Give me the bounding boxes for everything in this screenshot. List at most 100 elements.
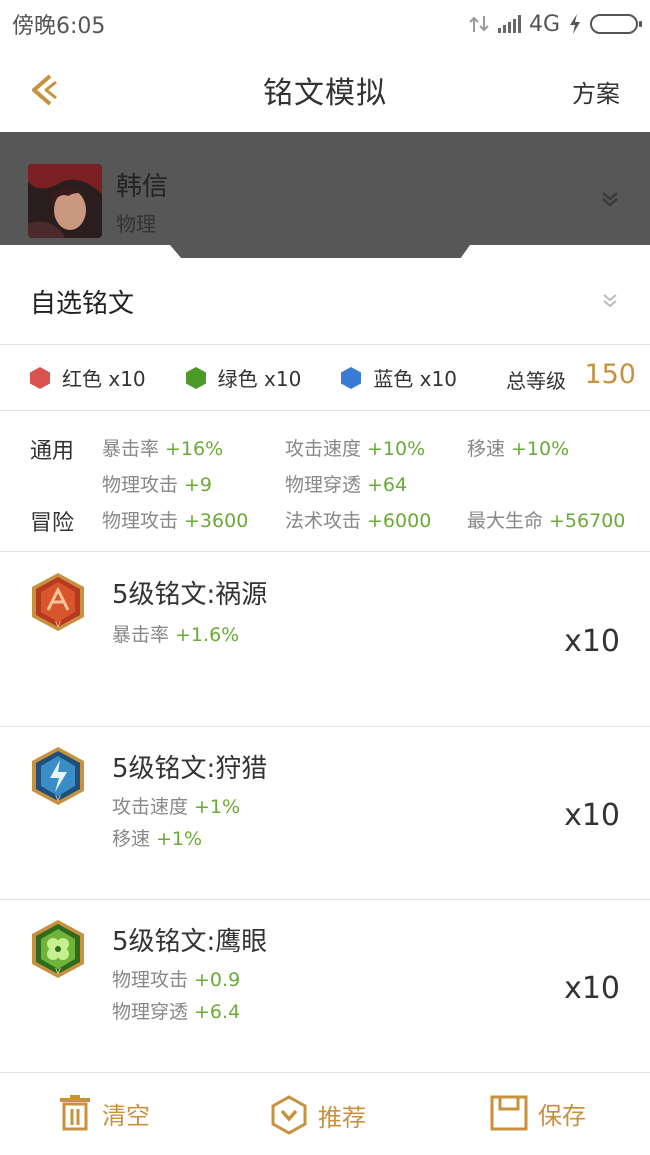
back-arrow-icon[interactable] [26, 70, 66, 110]
network-type: 4G [528, 11, 560, 37]
svg-text:V: V [55, 620, 61, 629]
rune-stat-name: 移速 [112, 828, 151, 850]
total-level-value: 150 [584, 359, 636, 390]
hero-type: 物理 [116, 212, 156, 236]
rune-stat-name: 暴击率 [112, 624, 170, 646]
attr-name: 暴击率 [102, 438, 160, 460]
green-hexagon-icon [185, 366, 206, 389]
rune-item[interactable]: V 5级铭文:鹰眼 物理攻击 +0.9 物理穿透 +6.4 x10 [0, 899, 650, 1073]
svg-text:V: V [55, 967, 61, 976]
general-category-label: 通用 [30, 439, 75, 464]
rune-stat: 物理穿透 +6.4 [112, 997, 240, 1024]
rune-item[interactable]: V 5级铭文:狩猎 攻击速度 +1% 移速 +1% x10 [0, 726, 650, 900]
attr-value: +64 [367, 474, 408, 496]
attr-name: 物理攻击 [102, 510, 179, 532]
signal-icon [497, 15, 521, 33]
attr-name: 移速 [467, 438, 506, 460]
scheme-button[interactable]: 方案 [572, 74, 620, 109]
data-transfer-icon [469, 16, 489, 32]
blue-hexagon-icon [341, 366, 362, 389]
rune-stat-value: +0.9 [194, 969, 241, 991]
clear-button[interactable]: 清空 [58, 1095, 150, 1131]
attr-name: 最大生命 [467, 510, 544, 532]
status-icons: 4G [468, 11, 642, 37]
attr-adventure-max-hp: 最大生命 +56700 [467, 506, 625, 533]
attr-name: 物理穿透 [285, 474, 362, 496]
attr-name: 法术攻击 [285, 510, 362, 532]
attr-attack-speed: 攻击速度 +10% [285, 434, 425, 461]
hero-name: 韩信 [116, 172, 169, 202]
attr-adventure-magic-attack: 法术攻击 +6000 [285, 506, 431, 533]
rune-stat-name: 攻击速度 [112, 796, 189, 818]
attr-physical-penetration: 物理穿透 +64 [285, 470, 407, 497]
attr-move-speed: 移速 +10% [467, 434, 569, 461]
status-time: 傍晚6:05 [12, 14, 106, 39]
attr-value: +9 [184, 474, 213, 496]
rune-stat: 物理攻击 +0.9 [112, 965, 240, 992]
rune-item[interactable]: V 5级铭文:祸源 暴击率 +1.6% x10 [0, 552, 650, 726]
red-hexagon-icon [30, 366, 50, 389]
custom-rune-label: 自选铭文 [30, 288, 135, 319]
recommend-icon [271, 1095, 307, 1135]
status-bar: 傍晚6:05 4G [0, 0, 650, 48]
hero-portrait-icon [28, 164, 102, 238]
chevron-down-icon[interactable] [600, 190, 620, 208]
rune-name: 5级铭文:祸源 [112, 580, 268, 610]
rune-stat-name: 物理穿透 [112, 1001, 189, 1023]
attr-value: +56700 [549, 510, 626, 532]
green-count-label: 绿色 x10 [217, 367, 302, 391]
rune-stat-value: +6.4 [194, 1001, 241, 1023]
red-rune-count: 红色 x10 [28, 363, 146, 392]
rune-stat-value: +1% [194, 796, 241, 818]
page-title: 铭文模拟 [263, 76, 387, 111]
attr-value: +10% [511, 438, 570, 460]
attr-value: +16% [165, 438, 224, 460]
recommend-button[interactable]: 推荐 [270, 1095, 366, 1135]
total-level-label: 总等级 [506, 369, 566, 393]
save-button[interactable]: 保存 [490, 1095, 586, 1131]
attr-name: 物理攻击 [102, 474, 179, 496]
blue-count-label: 蓝色 x10 [373, 367, 457, 391]
svg-text:V: V [55, 794, 61, 803]
rune-stat-value: +1% [156, 828, 203, 850]
green-rune-count: 绿色 x10 [184, 363, 302, 392]
rune-stat: 暴击率 +1.6% [112, 620, 239, 647]
save-label: 保存 [538, 1101, 586, 1130]
rune-stat: 攻击速度 +1% [112, 792, 240, 819]
rune-stat-value: +1.6% [175, 624, 240, 646]
green-rune-icon: V [32, 920, 84, 978]
attr-physical-attack: 物理攻击 +9 [102, 470, 212, 497]
blue-rune-count: 蓝色 x10 [339, 363, 457, 392]
rune-count: x10 [564, 798, 620, 833]
hero-panel-notch [0, 245, 650, 259]
attr-value: +6000 [367, 510, 432, 532]
attr-adventure-physical-attack: 物理攻击 +3600 [102, 506, 248, 533]
custom-rune-selector[interactable]: 自选铭文 [0, 258, 650, 344]
hero-avatar[interactable] [28, 164, 102, 238]
nav-bar: 铭文模拟 方案 [0, 48, 650, 132]
rune-stat-name: 物理攻击 [112, 969, 189, 991]
trash-icon [60, 1095, 90, 1131]
battery-icon [590, 14, 642, 34]
attr-crit-rate: 暴击率 +16% [102, 434, 223, 461]
rune-stat: 移速 +1% [112, 824, 202, 851]
attribute-summary: 通用 冒险 暴击率 +16% 攻击速度 +10% 移速 +10% 物理攻击 +9 物理穿… [0, 411, 650, 551]
charging-icon [570, 14, 580, 34]
save-icon [490, 1095, 528, 1131]
rune-color-summary: 红色 x10 绿色 x10 蓝色 x10 总等级 150 [0, 345, 650, 410]
blue-rune-icon: V [32, 747, 84, 805]
attr-value: +3600 [184, 510, 249, 532]
chevron-down-icon [603, 294, 617, 308]
rune-name: 5级铭文:狩猎 [112, 754, 268, 784]
bottom-toolbar: 清空 推荐 保存 [0, 1072, 650, 1155]
red-count-label: 红色 x10 [62, 367, 146, 391]
clear-label: 清空 [102, 1101, 150, 1130]
rune-name: 5级铭文:鹰眼 [112, 927, 268, 957]
attr-value: +10% [367, 438, 426, 460]
rune-count: x10 [564, 624, 620, 659]
adventure-category-label: 冒险 [30, 511, 75, 536]
recommend-label: 推荐 [318, 1103, 366, 1132]
rune-count: x10 [564, 971, 620, 1006]
attr-name: 攻击速度 [285, 438, 362, 460]
red-rune-icon: V [32, 573, 84, 631]
